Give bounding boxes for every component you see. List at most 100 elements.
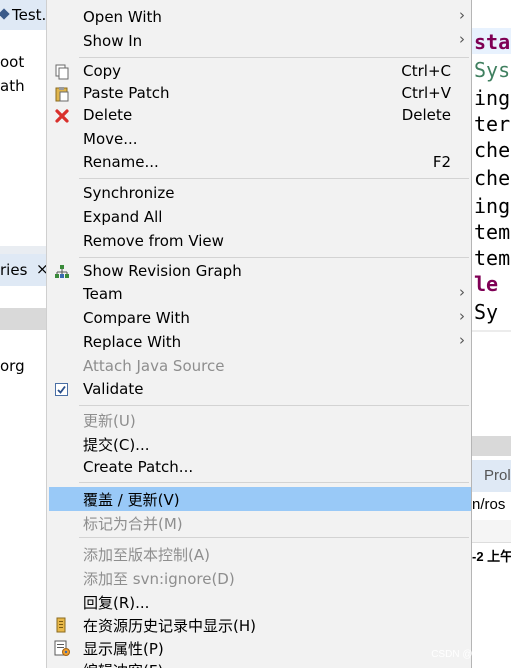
time-text: -2 上午 bbox=[472, 549, 511, 564]
menu-item-edit-conflicts[interactable]: 编辑冲突(F) bbox=[47, 658, 471, 668]
menu-item-label: Rename... bbox=[83, 153, 159, 171]
menu-item-remove-from-view[interactable]: Remove from View bbox=[47, 230, 471, 254]
menu-separator bbox=[79, 537, 469, 538]
menu-item-label: 在资源历史记录中显示(H) bbox=[83, 617, 256, 635]
menu-item-open-with[interactable]: Open With › bbox=[47, 6, 471, 30]
code-line: che bbox=[474, 138, 511, 162]
shortcut-label: Delete bbox=[401, 106, 451, 124]
tab-file-icon bbox=[0, 8, 10, 20]
menu-item-label: Replace With bbox=[83, 333, 182, 351]
code-line: Sys bbox=[474, 58, 511, 82]
menu-item-validate[interactable]: Validate bbox=[47, 378, 471, 402]
shortcut-label: Ctrl+V bbox=[401, 84, 451, 102]
menu-item-label: Move... bbox=[83, 130, 138, 148]
code-line: ter bbox=[474, 112, 511, 136]
menu-item-label: 添加至 svn:ignore(D) bbox=[83, 570, 235, 588]
menu-item-revert[interactable]: 回复(R)... bbox=[47, 590, 471, 614]
properties-icon bbox=[54, 640, 70, 656]
menu-item-label: Compare With bbox=[83, 309, 190, 327]
menu-item-add-to-svn-ignore: 添加至 svn:ignore(D) bbox=[47, 566, 471, 590]
menu-item-show-properties[interactable]: 显示属性(P) bbox=[47, 636, 471, 660]
properties-tab-label[interactable]: Prol bbox=[484, 467, 511, 484]
menu-item-label: Expand All bbox=[83, 208, 163, 226]
menu-item-create-patch[interactable]: Create Patch... bbox=[47, 456, 471, 480]
menu-item-compare-with[interactable]: Compare With › bbox=[47, 307, 471, 331]
menu-item-expand-all[interactable]: Expand All bbox=[47, 206, 471, 230]
menu-item-label: Delete bbox=[83, 106, 133, 124]
submenu-arrow-icon: › bbox=[459, 331, 465, 349]
code-line: le bbox=[474, 272, 499, 296]
menu-item-label: 添加至版本控制(A) bbox=[83, 546, 210, 564]
menu-item-label: 覆盖 / 更新(V) bbox=[83, 491, 180, 509]
editor-tab[interactable]: Test. bbox=[0, 0, 48, 30]
view-toolbar bbox=[0, 308, 48, 330]
tree-item-text[interactable]: org bbox=[0, 357, 25, 375]
menu-item-rename[interactable]: Rename... F2 bbox=[47, 151, 471, 175]
menu-item-label: Team bbox=[83, 285, 123, 303]
submenu-arrow-icon: › bbox=[459, 30, 465, 48]
code-line: che bbox=[474, 166, 511, 190]
menu-item-move[interactable]: Move... bbox=[47, 128, 471, 152]
submenu-arrow-icon: › bbox=[459, 6, 465, 24]
menu-item-show-in-history[interactable]: 在资源历史记录中显示(H) bbox=[47, 613, 471, 637]
menu-item-label: Validate bbox=[83, 380, 144, 398]
menu-item-delete[interactable]: Delete Delete bbox=[47, 104, 471, 128]
menu-item-add-to-version-control: 添加至版本控制(A) bbox=[47, 542, 471, 566]
menu-item-mark-merged: 标记为合并(M) bbox=[47, 511, 471, 535]
menu-item-label: Paste Patch bbox=[83, 84, 170, 102]
shortcut-label: Ctrl+C bbox=[401, 62, 451, 80]
view-tab-bar bbox=[472, 436, 511, 456]
menu-separator bbox=[79, 405, 469, 406]
menu-item-label: Remove from View bbox=[83, 232, 224, 250]
menu-item-label: Copy bbox=[83, 62, 122, 80]
watermark: CSDN @TimBL bbox=[431, 649, 501, 660]
copy-icon bbox=[54, 64, 70, 80]
menu-item-show-revision-graph[interactable]: Show Revision Graph bbox=[47, 260, 471, 284]
code-line: Sy bbox=[474, 300, 499, 324]
view-divider bbox=[0, 246, 48, 254]
delete-icon bbox=[54, 108, 70, 124]
menu-item-commit[interactable]: 提交(C)... bbox=[47, 432, 471, 456]
context-menu: Open With › Show In › Copy Ctrl+C Paste … bbox=[46, 0, 472, 668]
menu-item-paste-patch[interactable]: Paste Patch Ctrl+V bbox=[47, 82, 471, 106]
history-icon bbox=[54, 617, 70, 633]
path-text: n/ros bbox=[472, 496, 506, 513]
menu-separator bbox=[79, 257, 469, 258]
menu-item-label: Create Patch... bbox=[83, 458, 194, 476]
tree-item-text[interactable]: oot bbox=[0, 53, 24, 71]
menu-item-label: Open With bbox=[83, 8, 162, 26]
menu-item-override-update[interactable]: 覆盖 / 更新(V) bbox=[49, 487, 471, 511]
menu-separator bbox=[79, 178, 469, 179]
checkmark-icon bbox=[54, 382, 70, 398]
menu-item-label: 标记为合并(M) bbox=[83, 515, 183, 533]
editor-tab-label: Test. bbox=[12, 6, 47, 24]
paste-icon bbox=[54, 86, 70, 102]
menu-item-label: 回复(R)... bbox=[83, 594, 150, 612]
menu-item-update: 更新(U) bbox=[47, 408, 471, 432]
code-line: tem bbox=[474, 220, 511, 244]
view-tab-label[interactable]: ries bbox=[0, 261, 27, 279]
menu-item-replace-with[interactable]: Replace With › bbox=[47, 331, 471, 355]
editor-bottom-edge bbox=[472, 330, 511, 332]
tree-item-text[interactable]: ath bbox=[0, 77, 25, 95]
code-line: ing bbox=[474, 194, 511, 218]
menu-item-show-in[interactable]: Show In › bbox=[47, 30, 471, 54]
menu-item-synchronize[interactable]: Synchronize bbox=[47, 182, 471, 206]
menu-separator bbox=[79, 482, 469, 483]
code-line: sta bbox=[474, 30, 511, 54]
table-header bbox=[472, 520, 511, 543]
package-explorer-pane: Test. oot ath ries × org bbox=[0, 0, 48, 668]
code-editor-pane: sta Sys ing ter che che ing tem tem le S… bbox=[472, 0, 511, 668]
menu-item-copy[interactable]: Copy Ctrl+C bbox=[47, 60, 471, 84]
menu-separator bbox=[79, 57, 469, 58]
menu-item-label: Show In bbox=[83, 32, 143, 50]
shortcut-label: F2 bbox=[432, 153, 451, 171]
code-line: tem bbox=[474, 246, 511, 270]
menu-item-label: 显示属性(P) bbox=[83, 640, 164, 658]
menu-item-attach-java-source: Attach Java Source bbox=[47, 355, 471, 379]
menu-item-label: Show Revision Graph bbox=[83, 262, 242, 280]
menu-item-label: 编辑冲突(F) bbox=[83, 660, 163, 668]
menu-item-label: Synchronize bbox=[83, 184, 175, 202]
submenu-arrow-icon: › bbox=[459, 307, 465, 325]
menu-item-team[interactable]: Team › bbox=[47, 283, 471, 307]
